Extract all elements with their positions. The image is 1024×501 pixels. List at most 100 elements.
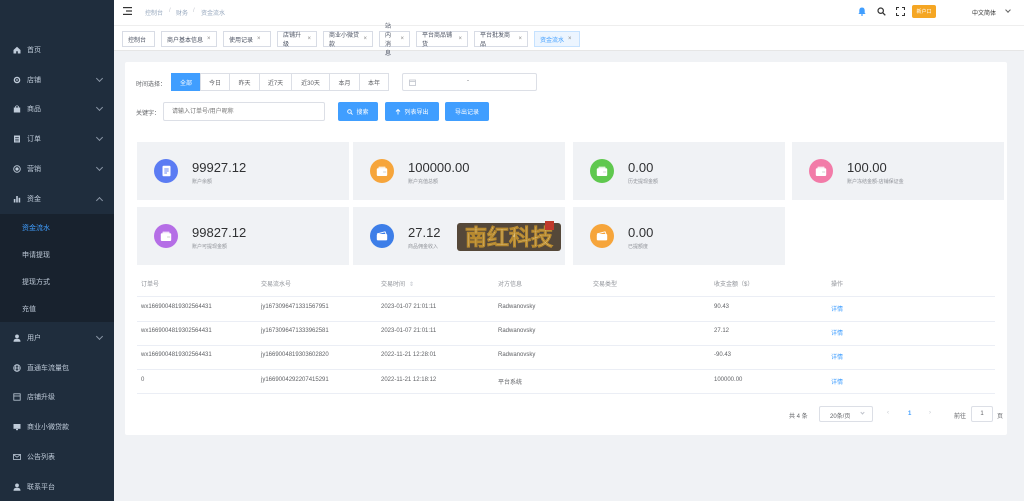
tab-label: 平台批发商品 xyxy=(480,33,511,48)
submenu-item-4[interactable]: 充值 xyxy=(0,295,114,322)
sidebar-item-9[interactable]: 店铺升级 xyxy=(0,384,114,410)
detail-link[interactable]: 详情 xyxy=(831,377,843,386)
table-cell: -90.43 xyxy=(714,352,732,358)
submenu-item-1[interactable]: 资金流水 xyxy=(0,214,114,241)
export-record-button[interactable]: 导出记录 xyxy=(445,102,489,121)
detail-link[interactable]: 详情 xyxy=(831,304,843,313)
time-option-3[interactable]: 昨天 xyxy=(229,73,260,91)
time-option-1[interactable]: 全部 xyxy=(171,73,201,91)
breadcrumb-separator: / xyxy=(193,8,195,14)
chevron-down-icon[interactable] xyxy=(1005,7,1011,13)
time-option-6[interactable]: 本月 xyxy=(329,73,360,91)
chevron-down-icon xyxy=(95,103,104,112)
close-icon[interactable]: × xyxy=(207,36,211,42)
sidebar-item-label: 资金 xyxy=(27,196,41,203)
sidebar-item-label: 营销 xyxy=(27,166,41,173)
close-icon[interactable]: × xyxy=(458,36,462,42)
list-icon xyxy=(12,135,21,144)
stat-label: 账户冻结金额-店铺保证金 xyxy=(847,179,904,185)
sidebar-item-4[interactable]: 订单 xyxy=(0,126,114,152)
language-select[interactable]: 中文简体 xyxy=(972,8,996,17)
table-cell: 2022-11-21 12:18:12 xyxy=(381,377,437,383)
table-cell: 平台系统 xyxy=(498,380,523,386)
submenu-item-3[interactable]: 提现方式 xyxy=(0,268,114,295)
close-icon[interactable]: × xyxy=(568,36,572,42)
hamburger-icon[interactable] xyxy=(123,7,132,15)
time-option-7[interactable]: 本年 xyxy=(359,73,389,91)
sidebar-item-1[interactable]: 首页 xyxy=(0,37,114,63)
tab-label: 店铺升级 xyxy=(283,33,302,48)
tags-view-bar: 控制台 商户基本信息 × 使用记录 × 店铺升级 × 商业小微贷款 × 站内消息 × 平台商品铺货 × 平… xyxy=(114,24,1024,57)
sidebar-item-3[interactable]: 商品 xyxy=(0,96,114,122)
pagination-total: 共 4 条 xyxy=(789,414,808,420)
tab-6[interactable]: 站内消息 × xyxy=(379,24,410,57)
prev-page-icon[interactable]: ‹ xyxy=(887,410,889,416)
stat-label: 已提额度 xyxy=(628,244,649,250)
tab-9[interactable]: 资金流水 × xyxy=(534,31,580,47)
breadcrumb-item-console[interactable]: 控制台 xyxy=(145,8,163,17)
page-size-value: 20条/页 xyxy=(830,414,851,420)
stat-card: 99927.12 账户余额 xyxy=(137,142,349,200)
keyword-search-input[interactable] xyxy=(163,102,325,121)
date-range-picker[interactable]: - xyxy=(402,73,537,91)
tab-5[interactable]: 商业小微贷款 × xyxy=(323,31,373,48)
chevron-down-icon xyxy=(95,74,104,83)
hot-badge[interactable]: 新户口 xyxy=(912,5,936,18)
sidebar-item-7[interactable]: 用户 xyxy=(0,325,114,351)
stat-card: 100000.00 账户充值总额 xyxy=(353,142,565,200)
breadcrumb-item-finance[interactable]: 财务 xyxy=(176,8,188,17)
chevron-down-icon xyxy=(95,133,104,142)
sidebar-item-label: 订单 xyxy=(27,136,41,143)
table-cell: wx1669004819302564431 xyxy=(141,352,212,358)
search-button[interactable]: 搜索 xyxy=(338,102,378,121)
table-header: 订单号 xyxy=(141,282,160,288)
stat-value: 27.12 xyxy=(408,225,441,240)
sidebar-item-11[interactable]: 公告列表 xyxy=(0,444,114,470)
search-icon[interactable] xyxy=(877,7,886,18)
close-icon[interactable]: × xyxy=(400,36,404,42)
svg-text:南红科技: 南红科技 xyxy=(465,225,554,251)
sidebar-item-5[interactable]: 营销 xyxy=(0,156,114,182)
submenu-item-2[interactable]: 申请提现 xyxy=(0,241,114,268)
detail-link[interactable]: 详情 xyxy=(831,352,843,361)
next-page-icon[interactable]: › xyxy=(929,410,931,416)
table-cell: jy1673096471333962581 xyxy=(261,328,329,334)
table-cell: Radwanovsky xyxy=(498,328,536,334)
sidebar-item-12[interactable]: 联系平台 xyxy=(0,474,114,500)
breadcrumb-separator: / xyxy=(169,8,171,14)
breadcrumb-item-current: 资金流水 xyxy=(201,11,226,17)
table-header[interactable]: 交易时间 ⇕ xyxy=(381,279,414,288)
page-suffix: 页 xyxy=(997,414,1004,420)
export-list-button[interactable]: 列表导出 xyxy=(385,102,439,121)
detail-link[interactable]: 详情 xyxy=(831,328,843,337)
tab-2[interactable]: 商户基本信息 × xyxy=(161,31,217,47)
tab-7[interactable]: 平台商品铺货 × xyxy=(416,31,468,48)
page-number-current[interactable]: 1 xyxy=(908,411,911,417)
sidebar-item-6[interactable]: 资金 xyxy=(0,186,114,212)
goto-page-input[interactable]: 1 xyxy=(971,406,993,422)
tab-3[interactable]: 使用记录 × xyxy=(223,31,271,47)
sort-icon[interactable]: ⇕ xyxy=(409,282,414,288)
close-icon[interactable]: × xyxy=(307,36,311,42)
tab-4[interactable]: 店铺升级 × xyxy=(277,31,317,48)
bell-icon[interactable] xyxy=(858,7,866,18)
tab-8[interactable]: 平台批发商品 × xyxy=(474,31,528,48)
monitor-icon xyxy=(12,423,21,432)
table-header: 对方信息 xyxy=(498,282,523,288)
page-size-select[interactable]: 20条/页 xyxy=(819,406,873,422)
close-icon[interactable]: × xyxy=(257,36,261,42)
table-header: 交易流水号 xyxy=(261,282,292,288)
fullscreen-icon[interactable] xyxy=(895,6,906,18)
stat-card: 0.00 历史提现金额 xyxy=(573,142,785,200)
close-icon[interactable]: × xyxy=(518,36,522,42)
time-option-4[interactable]: 近7天 xyxy=(259,73,292,91)
sidebar-item-8[interactable]: 直通车流量包 xyxy=(0,355,114,381)
time-option-5[interactable]: 近30天 xyxy=(291,73,330,91)
sidebar-item-10[interactable]: 商业小微贷款 xyxy=(0,414,114,440)
card-icon xyxy=(590,224,614,248)
sidebar-item-2[interactable]: 店铺 xyxy=(0,67,114,93)
time-option-2[interactable]: 今日 xyxy=(200,73,230,91)
tab-1[interactable]: 控制台 xyxy=(122,31,155,47)
table-cell: wx1669004819302564431 xyxy=(141,328,212,334)
close-icon[interactable]: × xyxy=(363,36,367,42)
